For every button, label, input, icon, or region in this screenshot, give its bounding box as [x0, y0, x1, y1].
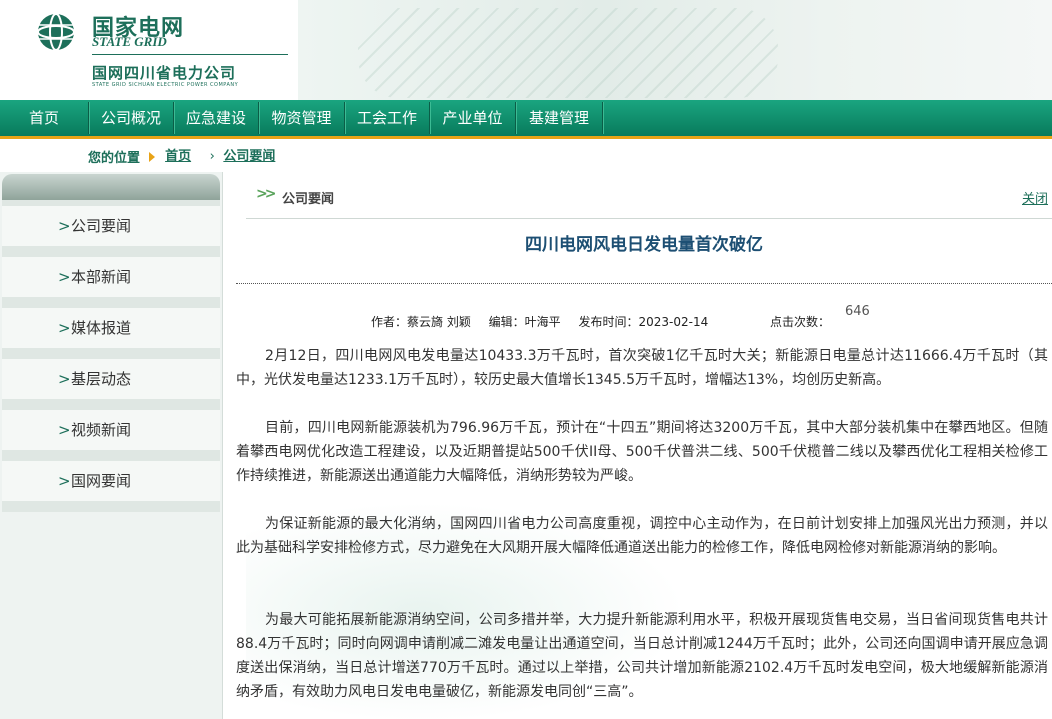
sidebar-header — [2, 174, 220, 200]
article-editor: 编辑：叶海平 — [488, 315, 561, 329]
article-meta: 作者：蔡云旖 刘颖 编辑：叶海平 发布时间：2023-02-14 — [371, 313, 722, 330]
sidebar-gap — [2, 450, 220, 461]
chevron-right-icon: > — [58, 472, 71, 490]
sidebar-item-media[interactable]: > 媒体报道 — [2, 308, 220, 348]
sidebar-item-sgcc-news[interactable]: > 国网要闻 — [2, 461, 220, 501]
chevron-right-icon: > — [58, 421, 71, 439]
nav-item-industry[interactable]: 产业单位 — [430, 100, 515, 136]
nav-item-home[interactable]: 首页 — [0, 100, 88, 136]
article-paragraph: 2月12日，四川电网风电发电量达10433.3万千瓦时，首次突破1亿千瓦时大关；… — [236, 348, 1048, 388]
breadcrumb-label: 您的位置 — [88, 151, 141, 166]
nav-item-construction[interactable]: 基建管理 — [516, 100, 602, 136]
hits-count: 646 — [845, 304, 870, 319]
article-paragraph: 目前，四川电网新能源装机为796.96万千瓦，预计在“十四五”期间将达3200万… — [236, 420, 1048, 484]
nav-item-materials[interactable]: 物资管理 — [259, 100, 344, 136]
breadcrumb: 您的位置 首页 › 公司要闻 — [88, 145, 275, 166]
hits-label: 点击次数： — [770, 315, 831, 329]
company-name: 国网四川省电力公司 — [92, 64, 237, 82]
section-divider — [246, 218, 1052, 219]
sidebar-item-grassroots[interactable]: > 基层动态 — [2, 359, 220, 399]
sidebar-gap — [2, 246, 220, 257]
chevron-right-icon: › — [209, 149, 215, 164]
chevron-right-icon: > — [58, 217, 71, 235]
dotted-divider — [236, 283, 1052, 284]
main-nav: 首页 公司概况 应急建设 物资管理 工会工作 产业单位 基建管理 — [0, 100, 1052, 139]
logo-divider — [92, 54, 288, 55]
close-link[interactable]: 关闭 — [1022, 188, 1048, 207]
chevron-right-icon: > — [58, 370, 71, 388]
nav-item-emergency[interactable]: 应急建设 — [174, 100, 258, 136]
sidebar-gap — [2, 348, 220, 359]
sidebar-item-label: 媒体报道 — [71, 319, 132, 337]
logo-text-en: STATE GRID — [92, 34, 167, 49]
sidebar-item-label: 本部新闻 — [71, 268, 132, 286]
sidebar-item-label: 基层动态 — [71, 370, 132, 388]
article-title: 四川电网风电日发电量首次破亿 — [525, 235, 763, 255]
chevron-right-icon: > — [58, 268, 71, 286]
sidebar-item-label: 视频新闻 — [71, 421, 132, 439]
site-header: 国家电网 STATE GRID 国网四川省电力公司 STATE GRID SIC… — [0, 0, 1052, 100]
breadcrumb-home-link[interactable]: 首页 — [165, 149, 191, 164]
sidebar-item-label: 国网要闻 — [71, 472, 132, 490]
main-content: >> 公司要闻 关闭 四川电网风电日发电量首次破亿 作者：蔡云旖 刘颖 编辑：叶… — [236, 172, 1052, 719]
sidebar-item-company-news[interactable]: > 公司要闻 — [2, 206, 220, 246]
article-paragraph: 为保证新能源的最大化消纳，国网四川省电力公司高度重视，调控中心主动作为，在日前计… — [236, 516, 1048, 556]
chevron-right-icon: > — [58, 319, 71, 337]
double-chevron-icon: >> — [256, 186, 277, 202]
sidebar-gap — [2, 297, 220, 308]
article-paragraph: 为最大可能拓展新能源消纳空间，公司多措并举，大力提升新能源利用水平，积极开展现货… — [236, 612, 1048, 700]
triangle-right-icon — [148, 151, 155, 162]
breadcrumb-news-link[interactable]: 公司要闻 — [223, 149, 275, 164]
article-author: 作者：蔡云旖 刘颖 — [371, 315, 471, 329]
company-name-en: STATE GRID SICHUAN ELECTRIC POWER COMPAN… — [92, 82, 239, 88]
sidebar: > 公司要闻 > 本部新闻 > 媒体报道 > 基层动态 > 视频新闻 > 国网要… — [0, 172, 223, 719]
sidebar-item-label: 公司要闻 — [71, 217, 132, 235]
header-decoration — [298, 0, 1052, 100]
sidebar-item-video[interactable]: > 视频新闻 — [2, 410, 220, 450]
nav-item-company-overview[interactable]: 公司概况 — [89, 100, 173, 136]
nav-item-union[interactable]: 工会工作 — [345, 100, 429, 136]
section-title: 公司要闻 — [282, 192, 335, 207]
article-date: 发布时间：2023-02-14 — [578, 315, 709, 329]
state-grid-emblem-icon — [37, 13, 75, 51]
nav-separator — [602, 102, 603, 134]
sidebar-item-hq-news[interactable]: > 本部新闻 — [2, 257, 220, 297]
sidebar-gap — [2, 501, 220, 512]
sidebar-gap — [2, 399, 220, 410]
